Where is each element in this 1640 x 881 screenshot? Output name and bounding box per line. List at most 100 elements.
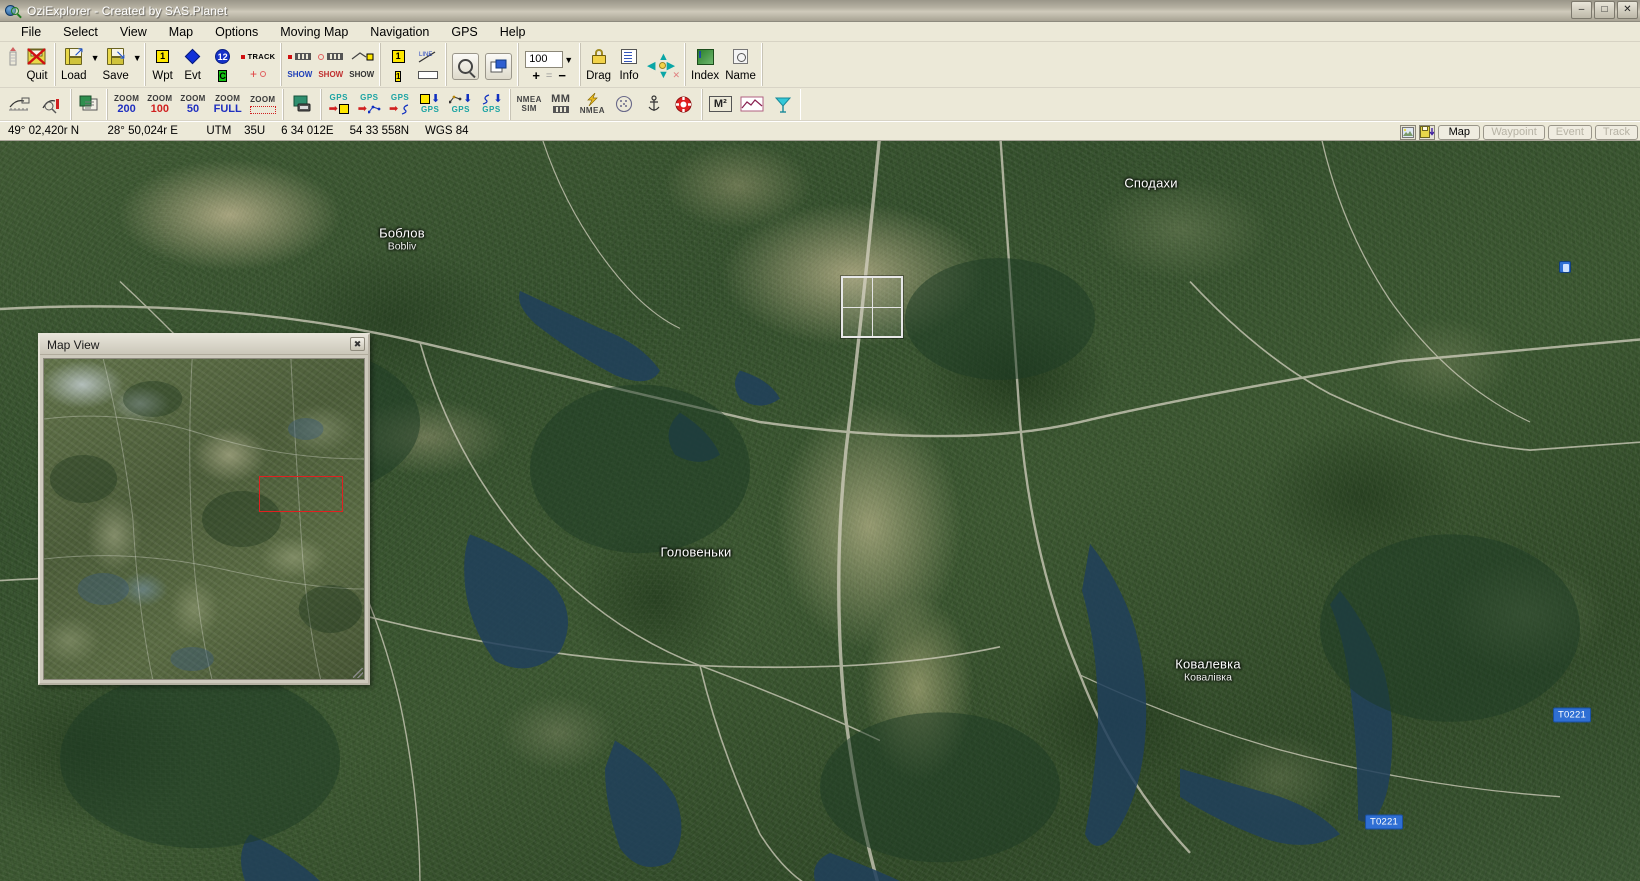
measure-button[interactable]: LINE <box>413 43 443 87</box>
line-tool-icon: 1 <box>391 50 405 63</box>
satellites-button[interactable] <box>609 89 639 120</box>
zoom-region-button[interactable]: ZOOM <box>246 89 280 120</box>
close-icon: ✕ <box>1623 4 1632 15</box>
nmea-button[interactable]: NMEA <box>576 89 609 120</box>
index-button[interactable]: Index <box>688 43 722 87</box>
status-longitude: 28° 50,024r E <box>107 125 178 137</box>
drag-button[interactable]: Drag <box>583 43 614 87</box>
status-zone: 35U <box>244 125 266 137</box>
map-canvas[interactable]: Сподахи Боблов Bobliv Головеньки Ковалев… <box>0 141 1640 881</box>
zoom-full-button[interactable]: ZOOM FULL <box>210 89 246 120</box>
route-to-gps-button[interactable]: ⬇ GPS <box>445 89 476 120</box>
minimize-button[interactable]: – <box>1571 1 1592 19</box>
profile-button[interactable] <box>736 89 768 120</box>
gps-to-route-button[interactable]: GPS ➡ <box>354 89 385 120</box>
oziexplorer-window: OziExplorer - Created by SAS.Planet – □ … <box>0 0 1640 881</box>
menu-item-select[interactable]: Select <box>52 23 109 41</box>
quit-button[interactable]: Quit <box>22 43 52 87</box>
elevation-profile-icon <box>740 96 764 112</box>
menu-item-help[interactable]: Help <box>489 23 537 41</box>
save-dropdown-arrow[interactable]: ▼ <box>133 53 142 63</box>
measure-icon <box>418 70 439 79</box>
zoom-tool-button[interactable] <box>449 43 482 87</box>
name-search-icon <box>733 49 749 64</box>
map-view-thumbnail[interactable] <box>43 358 365 680</box>
zoom-full-value: FULL <box>213 103 242 115</box>
menu-item-map[interactable]: Map <box>158 23 204 41</box>
status-datum: WGS 84 <box>425 125 469 137</box>
toolbar-group-zoomtools <box>446 43 519 87</box>
toolbar-handle[interactable] <box>4 43 22 87</box>
menu-item-options[interactable]: Options <box>204 23 269 41</box>
toolbar-group-measure: 1 1 LINE <box>380 43 447 87</box>
area-button[interactable]: M² <box>705 89 736 120</box>
menu-item-moving-map[interactable]: Moving Map <box>269 23 359 41</box>
moving-map-button[interactable]: MM <box>546 89 576 120</box>
load-dropdown-arrow[interactable]: ▼ <box>91 53 100 63</box>
print-button[interactable] <box>286 89 318 120</box>
quit-icon <box>26 45 48 69</box>
main-toolbar: Quit ↗ Load ▼ ↘ Save ▼ 1 Wpt Evt 12 C TR… <box>0 42 1640 88</box>
anchor-button[interactable] <box>639 89 669 120</box>
zoom-50-button[interactable]: ZOOM 50 <box>176 89 209 120</box>
track-button[interactable]: TRACK + <box>238 43 279 87</box>
secondary-toolbar: ZOOM 200 ZOOM 100 ZOOM 50 ZOOM FULL ZOOM <box>0 88 1640 121</box>
map-view-title-bar[interactable]: Map View ✖ <box>40 335 368 355</box>
pan-button[interactable]: ▲ ◀ ▶ ▼ ✕ <box>644 43 682 87</box>
gps-to-waypoint-button[interactable]: GPS ➡ <box>324 89 354 120</box>
zoom-level-dropdown-arrow[interactable]: ▼ <box>564 55 573 65</box>
load-button[interactable]: ↗ Load <box>58 43 90 87</box>
line-tool-button[interactable]: 1 1 <box>383 43 413 87</box>
show-map-button[interactable]: SHOW <box>346 43 377 87</box>
map-view-close-button[interactable]: ✖ <box>350 337 365 351</box>
grid-tool-button[interactable] <box>36 89 68 120</box>
scale-tool-button[interactable] <box>4 89 36 120</box>
maximize-button[interactable]: □ <box>1594 1 1615 19</box>
waypoint-button[interactable]: 1 Wpt <box>148 43 178 87</box>
nmea-label: NMEA <box>579 106 605 115</box>
status-mode-waypoint[interactable]: Waypoint <box>1483 124 1545 140</box>
zoom-in-button[interactable]: + <box>532 69 540 82</box>
line-icon: LINE <box>418 50 436 63</box>
route-button[interactable]: 12 C <box>208 43 238 87</box>
zoom-level-input[interactable]: 100 <box>525 51 564 68</box>
nmea-sim-button[interactable]: NMEA SIM <box>513 89 546 120</box>
life-ring-button[interactable] <box>669 89 699 120</box>
status-bar: 49° 02,420r N 28° 50,024r E UTM 35U 6 34… <box>0 121 1640 141</box>
image-status-icon[interactable] <box>1400 124 1417 140</box>
close-button[interactable]: ✕ <box>1617 1 1638 19</box>
toolbar-filler <box>761 43 1638 86</box>
map-view-vectors <box>44 359 364 679</box>
show-route-button[interactable]: SHOW <box>315 43 346 87</box>
zoom-equal-button[interactable]: = <box>546 70 552 82</box>
status-mode-map[interactable]: Map <box>1438 124 1481 140</box>
menu-item-navigation[interactable]: Navigation <box>359 23 440 41</box>
map-poi-marker[interactable] <box>1559 261 1571 273</box>
map-list-button[interactable] <box>74 89 104 120</box>
save-status-icon[interactable] <box>1419 124 1436 140</box>
zoom-out-button[interactable]: − <box>558 69 566 82</box>
map-view-viewport-rect[interactable] <box>259 476 343 512</box>
show-track-button[interactable]: SHOW <box>284 43 315 87</box>
road-shield-t0221-north: T0221 <box>1553 707 1591 723</box>
signal-button[interactable] <box>768 89 798 120</box>
event-button[interactable]: Evt <box>178 43 208 87</box>
gps-to-track-button[interactable]: GPS ➡ <box>385 89 415 120</box>
map-view-panel[interactable]: Map View ✖ <box>38 333 370 685</box>
show-route-label: SHOW <box>318 69 344 79</box>
menu-item-view[interactable]: View <box>109 23 158 41</box>
zoom-200-button[interactable]: ZOOM 200 <box>110 89 143 120</box>
status-mode-track[interactable]: Track <box>1594 124 1638 140</box>
map-view-resize-grip[interactable] <box>353 668 363 678</box>
name-button[interactable]: Name <box>722 43 759 87</box>
window-tool-button[interactable] <box>482 43 515 87</box>
track-to-gps-button[interactable]: ⬇ GPS <box>476 89 506 120</box>
menu-item-file[interactable]: File <box>10 23 52 41</box>
status-mode-event[interactable]: Event <box>1547 124 1592 140</box>
menu-item-gps[interactable]: GPS <box>440 23 488 41</box>
show-track-label: SHOW <box>287 69 313 79</box>
info-button[interactable]: Info <box>614 43 644 87</box>
waypoint-to-gps-button[interactable]: ⬇ GPS <box>415 89 445 120</box>
zoom-100-button[interactable]: ZOOM 100 <box>143 89 176 120</box>
save-button[interactable]: ↘ Save <box>100 43 132 87</box>
